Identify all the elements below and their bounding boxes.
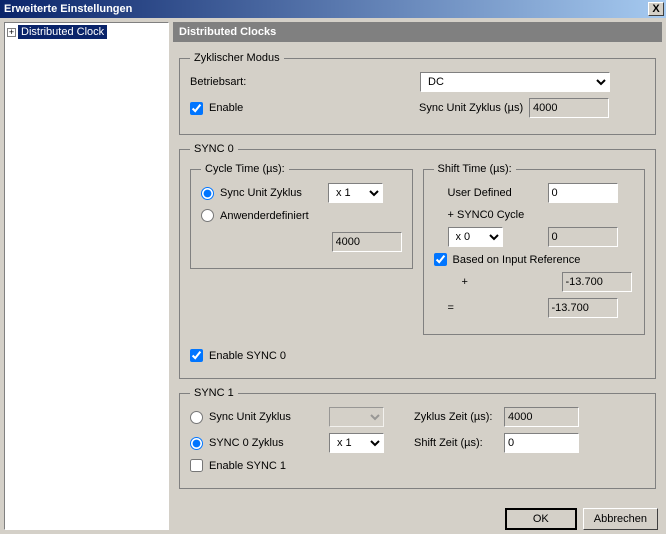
cycle-value-field <box>332 232 402 252</box>
tree-item-distributed-clock[interactable]: + Distributed Clock <box>7 25 166 39</box>
user-defined-label: User Defined <box>448 187 548 199</box>
cycle-time-legend: Cycle Time (µs): <box>201 163 289 175</box>
enable-sync1-label: Enable SYNC 1 <box>209 460 286 472</box>
shift-zeit-label: Shift Zeit (µs): <box>414 437 504 449</box>
ok-button[interactable]: OK <box>505 508 577 530</box>
sync1-legend: SYNC 1 <box>190 387 238 399</box>
content-area: + Distributed Clock Distributed Clocks Z… <box>0 18 666 534</box>
button-bar: OK Abbrechen <box>173 502 662 530</box>
sync-unit-zyklus-label: Sync Unit Zyklus (µs) <box>419 102 529 114</box>
sync1-sync-unit-label: Sync Unit Zyklus <box>209 411 329 423</box>
sync0-cycle-label: + SYNC0 Cycle <box>448 209 525 221</box>
close-icon: X <box>652 3 659 15</box>
sync1-mult1-select <box>329 407 384 427</box>
anwenderdefiniert-radio-label: Anwenderdefiniert <box>220 210 309 222</box>
shift-time-group: Shift Time (µs): User Defined + SYNC0 Cy… <box>423 163 646 335</box>
enable-sync0-label: Enable SYNC 0 <box>209 350 286 362</box>
sync-unit-zyklus-radio[interactable] <box>201 187 214 200</box>
cancel-button[interactable]: Abbrechen <box>583 508 658 530</box>
zyklischer-modus-legend: Zyklischer Modus <box>190 52 284 64</box>
window-title: Erweiterte Einstellungen <box>4 3 132 15</box>
sync-unit-zyklus-field <box>529 98 609 118</box>
enable-sync0-checkbox[interactable] <box>190 349 203 362</box>
betriebsart-label: Betriebsart: <box>190 76 420 88</box>
cycle-mult-select[interactable]: x 1 <box>328 183 383 203</box>
sync1-group: SYNC 1 Sync Unit Zyklus Zyklus Zeit (µs)… <box>179 387 656 489</box>
sync0-legend: SYNC 0 <box>190 143 238 155</box>
sync-unit-zyklus-radio-label: Sync Unit Zyklus <box>220 187 328 199</box>
zyklischer-modus-group: Zyklischer Modus Betriebsart: DC Enable … <box>179 52 656 135</box>
based-on-input-ref-checkbox[interactable] <box>434 253 447 266</box>
sync1-mult2-select[interactable]: x 1 <box>329 433 384 453</box>
sync1-sync0-radio[interactable] <box>190 437 203 450</box>
eq-value-field <box>548 298 618 318</box>
anwenderdefiniert-radio[interactable] <box>201 209 214 222</box>
sync0-group: SYNC 0 Cycle Time (µs): Sync Unit Zyklus… <box>179 143 656 379</box>
zyklus-zeit-label: Zyklus Zeit (µs): <box>414 411 504 423</box>
shift-zeit-field[interactable] <box>504 433 579 453</box>
title-bar: Erweiterte Einstellungen X <box>0 0 666 18</box>
enable-label: Enable <box>209 102 419 114</box>
shift-time-legend: Shift Time (µs): <box>434 163 516 175</box>
expand-icon[interactable]: + <box>7 28 16 37</box>
close-button[interactable]: X <box>648 2 664 16</box>
enable-sync1-checkbox[interactable] <box>190 459 203 472</box>
sync1-sync0-label: SYNC 0 Zyklus <box>209 437 329 449</box>
sync0-cycle-value-field <box>548 227 618 247</box>
tree-item-label: Distributed Clock <box>18 25 107 39</box>
zyklus-zeit-field <box>504 407 579 427</box>
main-panel: Distributed Clocks Zyklischer Modus Betr… <box>173 22 662 530</box>
tree-panel: + Distributed Clock <box>4 22 169 530</box>
sync0-cycle-mult-select[interactable]: x 0 <box>448 227 503 247</box>
eq-label: = <box>448 302 548 314</box>
cycle-time-group: Cycle Time (µs): Sync Unit Zyklus x 1 An… <box>190 163 413 269</box>
panel-header: Distributed Clocks <box>173 22 662 42</box>
enable-checkbox[interactable] <box>190 102 203 115</box>
based-on-input-ref-label: Based on Input Reference <box>453 254 581 266</box>
plus-label: + <box>462 276 562 288</box>
sync1-sync-unit-radio[interactable] <box>190 411 203 424</box>
betriebsart-select[interactable]: DC <box>420 72 610 92</box>
user-defined-field[interactable] <box>548 183 618 203</box>
plus-value-field <box>562 272 632 292</box>
